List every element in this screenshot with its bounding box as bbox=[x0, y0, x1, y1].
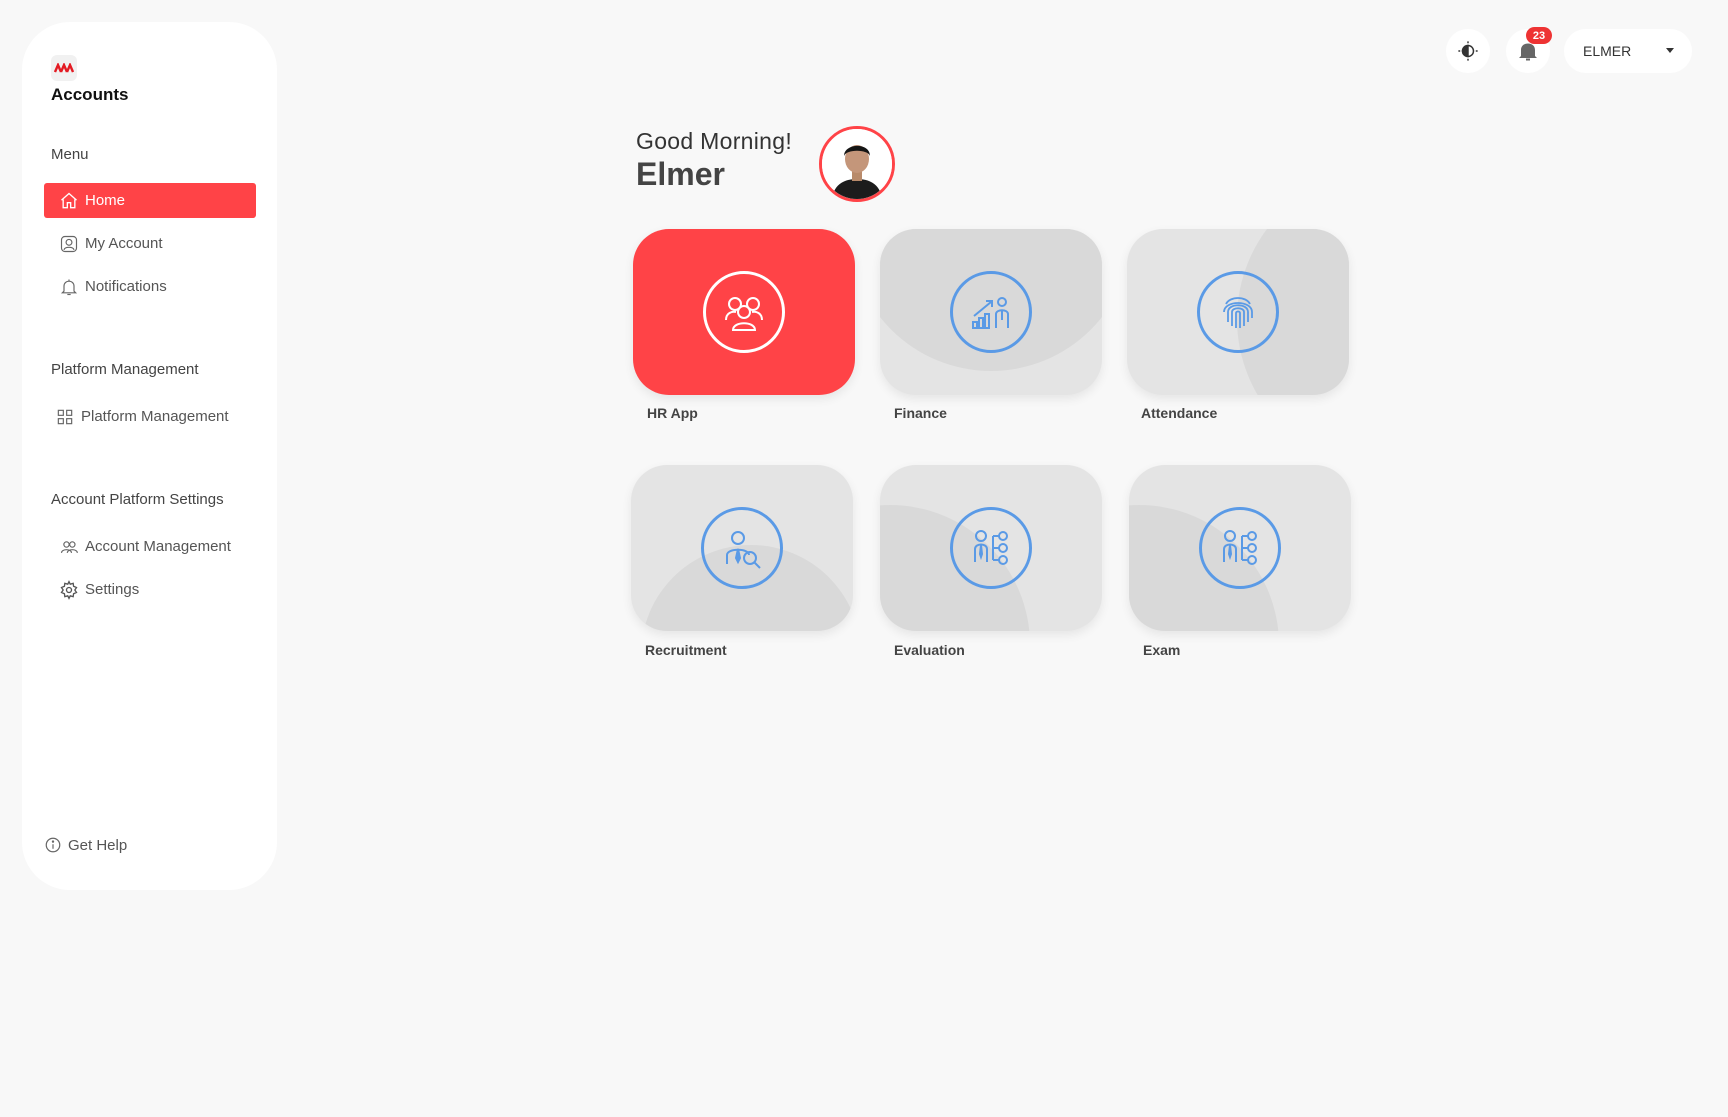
greeting-text: Good Morning! bbox=[636, 128, 793, 154]
app-label: Exam bbox=[1143, 642, 1181, 658]
person-hierarchy-icon bbox=[974, 530, 1008, 565]
chevron-down-icon bbox=[1666, 48, 1674, 53]
app-card-attendance[interactable] bbox=[1127, 229, 1349, 395]
avatar bbox=[819, 126, 895, 202]
platform-section-title: Platform Management bbox=[51, 361, 199, 378]
team-icon bbox=[725, 297, 763, 331]
app-icon-ring bbox=[701, 507, 783, 589]
get-help-link[interactable]: Get Help bbox=[44, 836, 127, 854]
menu-section-title: Menu bbox=[51, 146, 89, 163]
sidebar-item-settings[interactable]: Settings bbox=[44, 572, 256, 607]
brand-name: Accounts bbox=[51, 85, 129, 104]
sidebar-item-label: Account Management bbox=[85, 538, 231, 555]
app-icon-ring bbox=[1199, 507, 1281, 589]
brand-logo bbox=[51, 55, 77, 81]
fingerprint-icon bbox=[1223, 297, 1253, 328]
person-hierarchy-icon bbox=[1223, 530, 1257, 565]
user-icon bbox=[58, 233, 80, 255]
app-card-recruitment[interactable] bbox=[631, 465, 853, 631]
grid-icon bbox=[54, 406, 76, 428]
avatar-photo bbox=[822, 129, 892, 199]
sidebar-item-label: Settings bbox=[85, 581, 140, 598]
app-label: HR App bbox=[647, 405, 698, 421]
brand-logo-icon bbox=[54, 63, 74, 73]
sidebar-item-platform-management[interactable]: Platform Management bbox=[44, 399, 256, 434]
users-icon bbox=[58, 536, 80, 558]
app-card-hr[interactable] bbox=[633, 229, 855, 395]
app-card-exam[interactable] bbox=[1129, 465, 1351, 631]
sidebar-item-label: Platform Management bbox=[81, 408, 229, 425]
settings-section-title: Account Platform Settings bbox=[51, 491, 224, 508]
sidebar-item-label: Notifications bbox=[85, 278, 167, 295]
app-icon-ring bbox=[950, 271, 1032, 353]
user-menu-label: ELMER bbox=[1583, 43, 1632, 59]
sidebar-item-notifications[interactable]: Notifications bbox=[44, 269, 256, 304]
sidebar-item-home[interactable]: Home bbox=[44, 183, 256, 218]
app-label: Finance bbox=[894, 405, 947, 421]
user-menu-dropdown[interactable]: ELMER bbox=[1564, 29, 1692, 73]
gear-icon bbox=[58, 579, 80, 601]
person-search-icon bbox=[726, 531, 761, 569]
sidebar-item-account-management[interactable]: Account Management bbox=[44, 529, 256, 564]
app-card-finance[interactable] bbox=[880, 229, 1102, 395]
notifications-button[interactable]: 23 bbox=[1506, 27, 1552, 73]
notification-count-badge: 23 bbox=[1526, 27, 1552, 44]
info-icon bbox=[44, 836, 62, 854]
home-icon bbox=[58, 190, 80, 212]
app-label: Evaluation bbox=[894, 642, 965, 658]
user-name: Elmer bbox=[636, 156, 725, 192]
app-icon-ring bbox=[703, 271, 785, 353]
app-label: Attendance bbox=[1141, 405, 1218, 421]
theme-toggle-icon bbox=[1458, 41, 1478, 61]
app-card-evaluation[interactable] bbox=[880, 465, 1102, 631]
sidebar-item-label: My Account bbox=[85, 235, 163, 252]
app-icon-ring bbox=[950, 507, 1032, 589]
app-label: Recruitment bbox=[645, 642, 727, 658]
app-icon-ring bbox=[1197, 271, 1279, 353]
sidebar-item-my-account[interactable]: My Account bbox=[44, 226, 256, 261]
finance-chart-icon bbox=[972, 297, 1009, 329]
sidebar-item-label: Home bbox=[85, 192, 126, 209]
get-help-label: Get Help bbox=[68, 836, 128, 854]
theme-toggle-button[interactable] bbox=[1446, 29, 1490, 73]
bell-icon bbox=[58, 276, 80, 298]
sidebar: Accounts Menu Home My Account Notificati… bbox=[22, 22, 277, 890]
